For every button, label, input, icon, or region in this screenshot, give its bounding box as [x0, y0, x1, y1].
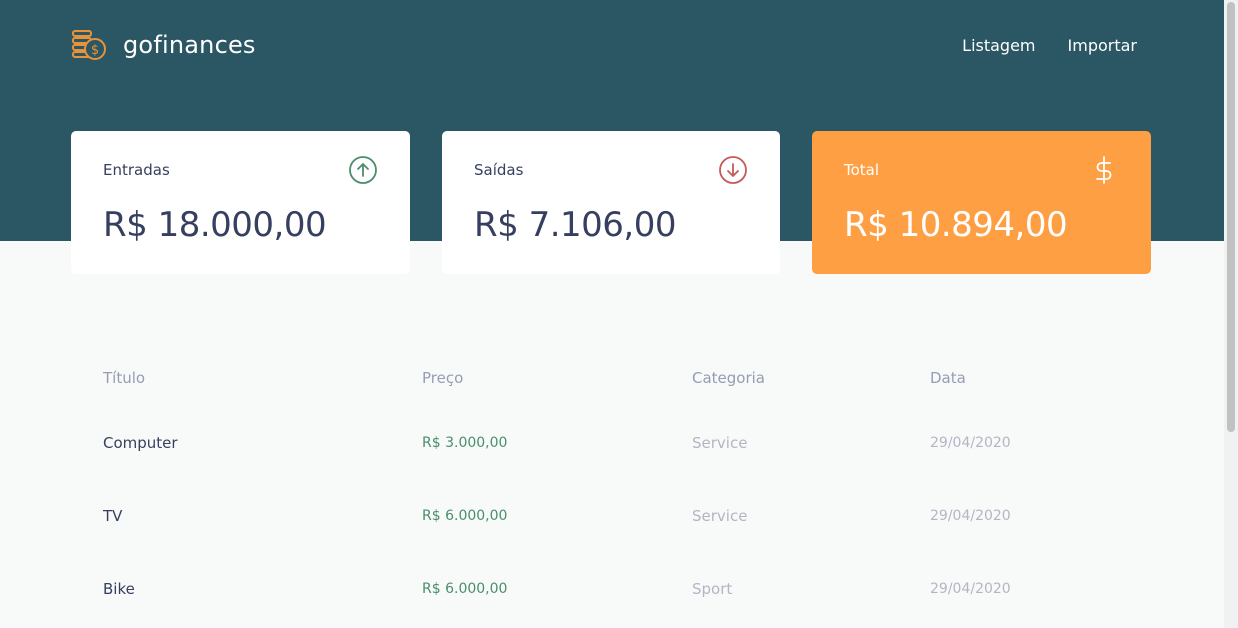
income-value: R$ 18.000,00: [103, 205, 327, 245]
arrow-down-circle-icon: [719, 156, 747, 184]
dollar-sign-icon: [1096, 156, 1112, 184]
outcome-value: R$ 7.106,00: [474, 205, 676, 245]
row-date: 29/04/2020: [930, 580, 1011, 597]
nav-listagem-link[interactable]: Listagem: [962, 36, 1035, 55]
row-title: Computer: [103, 433, 178, 452]
income-label: Entradas: [103, 161, 170, 179]
table-header: Título Preço Categoria Data: [71, 350, 1151, 406]
row-price: R$ 6.000,00: [422, 507, 508, 524]
row-price: R$ 3.000,00: [422, 434, 508, 451]
arrow-up-circle-icon: [349, 156, 377, 184]
income-card: Entradas R$ 18.000,00: [71, 131, 410, 274]
transactions-table: Título Preço Categoria Data Computer R$ …: [71, 350, 1151, 625]
nav-importar-link[interactable]: Importar: [1068, 36, 1137, 55]
outcome-label: Saídas: [474, 161, 524, 179]
row-title: Bike: [103, 579, 135, 598]
page: $ gofinances Listagem Importar Entradas …: [0, 0, 1238, 628]
brand-name: gofinances: [123, 31, 256, 59]
table-row: Computer R$ 3.000,00 Service 29/04/2020: [71, 406, 1151, 479]
row-title: TV: [103, 506, 123, 525]
row-date: 29/04/2020: [930, 434, 1011, 451]
row-price: R$ 6.000,00: [422, 580, 508, 597]
table-row: Bike R$ 6.000,00 Sport 29/04/2020: [71, 552, 1151, 625]
total-label: Total: [844, 161, 880, 179]
svg-text:$: $: [91, 43, 99, 58]
total-card: Total R$ 10.894,00: [812, 131, 1151, 274]
scrollbar-thumb[interactable]: [1227, 2, 1235, 432]
row-category: Service: [692, 433, 748, 452]
outcome-card: Saídas R$ 7.106,00: [442, 131, 780, 274]
brand-logo[interactable]: $ gofinances: [71, 28, 256, 62]
table-row: TV R$ 6.000,00 Service 29/04/2020: [71, 479, 1151, 552]
total-value: R$ 10.894,00: [844, 205, 1068, 245]
vertical-scrollbar[interactable]: [1224, 0, 1238, 628]
header-categoria: Categoria: [692, 369, 766, 387]
header-data: Data: [930, 369, 966, 387]
row-category: Sport: [692, 579, 733, 598]
row-date: 29/04/2020: [930, 507, 1011, 524]
row-category: Service: [692, 506, 748, 525]
header-titulo: Título: [103, 369, 146, 387]
coins-dollar-icon: $: [72, 30, 106, 60]
top-nav: Listagem Importar: [930, 36, 1137, 55]
header-preco: Preço: [422, 369, 464, 387]
